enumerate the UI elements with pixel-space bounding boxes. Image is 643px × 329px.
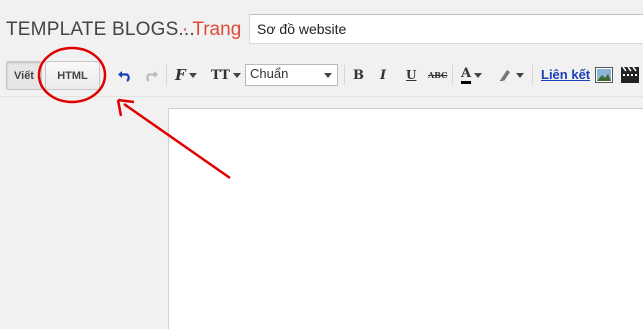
chevron-down-icon (324, 73, 332, 78)
underline-button[interactable]: U (406, 65, 416, 85)
text-color-button[interactable]: A (461, 65, 483, 85)
toolbar-separator (344, 65, 345, 85)
font-family-label: F (175, 66, 186, 84)
insert-link-button[interactable]: Liên kết (541, 67, 590, 82)
redo-icon[interactable] (143, 65, 159, 85)
post-editor-area[interactable] (168, 108, 643, 329)
toolbar-separator (532, 65, 533, 85)
chevron-down-icon (516, 72, 524, 78)
undo-icon[interactable] (117, 65, 133, 85)
editor-header: TEMPLATE BLOGS... · Trang (0, 0, 643, 58)
format-select[interactable]: Chuẩn (245, 64, 338, 86)
font-size-label: TT (211, 67, 230, 83)
html-mode-button[interactable]: HTML (45, 61, 100, 90)
text-color-label: A (461, 66, 472, 84)
format-select-value: Chuẩn (250, 66, 289, 81)
font-size-button[interactable]: TT (211, 65, 241, 85)
toolbar-separator (166, 65, 167, 85)
italic-button[interactable]: I (380, 65, 386, 85)
page-title-input[interactable] (249, 14, 643, 44)
compose-mode-button[interactable]: Viết (6, 61, 42, 90)
chevron-down-icon (232, 72, 241, 78)
separator-dot: · (182, 19, 189, 40)
editor-toolbar: Viết HTML F TT Chuẩn B I U ABC A Liên kế… (0, 58, 643, 97)
strikethrough-button[interactable]: ABC (428, 65, 447, 85)
highlight-icon (498, 70, 512, 83)
video-icon[interactable] (621, 65, 639, 85)
page-type-text: Trang (192, 19, 242, 40)
blog-title[interactable]: TEMPLATE BLOGS... (6, 19, 195, 41)
chevron-down-icon (188, 72, 197, 78)
toolbar-separator (452, 65, 453, 85)
bold-button[interactable]: B (353, 65, 364, 85)
image-icon[interactable] (595, 65, 613, 85)
font-family-button[interactable]: F (175, 65, 197, 85)
chevron-down-icon (474, 72, 483, 78)
annotation-arrow-head (116, 98, 135, 117)
highlight-button[interactable] (497, 65, 524, 85)
page-type-label: · Trang (182, 19, 241, 41)
